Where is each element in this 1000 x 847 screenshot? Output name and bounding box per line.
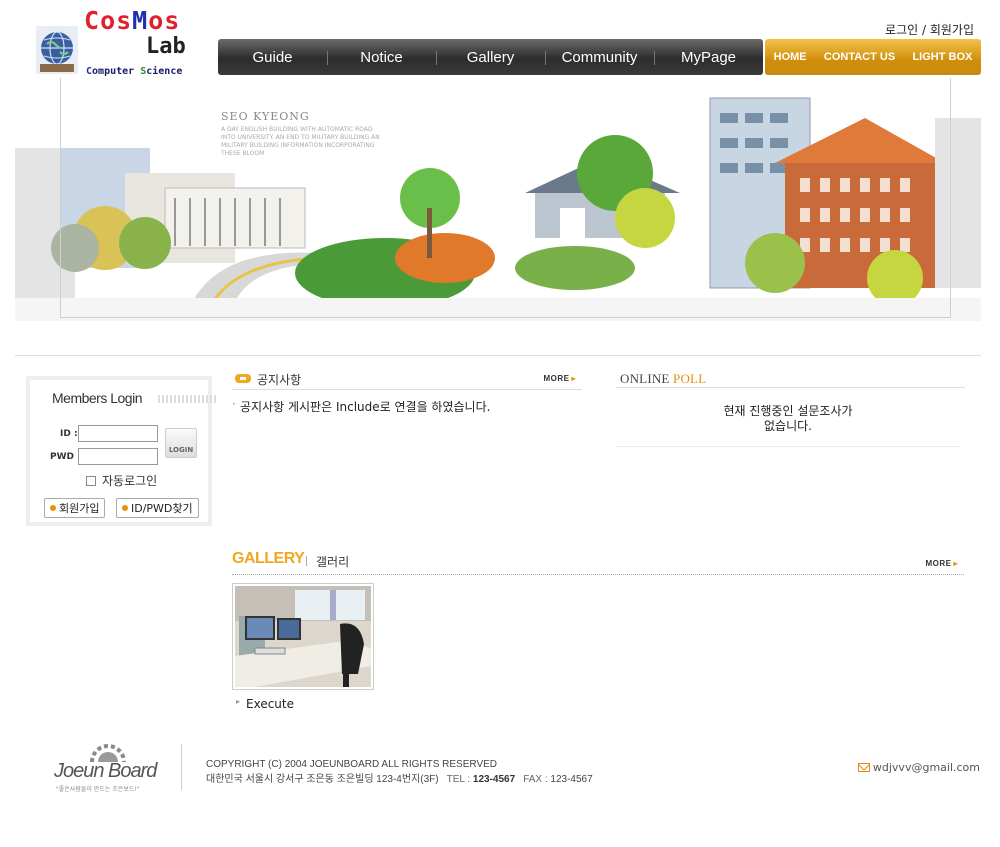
footer-email[interactable]: wdjvvv@gmail.com (857, 761, 980, 774)
id-input[interactable] (78, 425, 158, 442)
poll-header: ONLINE POLL (616, 368, 965, 388)
footer-address: 대한민국 서울시 강서구 조은동 조은빌딩 123-4번지(3F) TEL : 1… (206, 774, 593, 785)
footer-brand: Joeun Board (54, 760, 157, 782)
nav-mypage[interactable]: MyPage (654, 49, 763, 66)
bullet-icon (122, 505, 128, 511)
campus-banner: SEO KYEONG A DAY ENGLISH BUILDING WITH A… (15, 78, 981, 321)
notice-more-link[interactable]: MORE (543, 374, 576, 383)
footer-slogan: "좋은사람들이 만드는 조은보드!" (56, 786, 140, 793)
notice-title: 공지사항 (257, 373, 302, 387)
login-link[interactable]: 로그인 (885, 23, 918, 37)
login-title: Members Login (52, 390, 218, 406)
notice-section: 공지사항 MORE 공지사항 게시판은 Include로 연결을 하였습니다. (232, 368, 582, 415)
nav-contact-us[interactable]: CONTACT US (824, 51, 895, 63)
gallery-thumbnail[interactable] (232, 583, 374, 690)
signup-link[interactable]: 회원가입 (930, 23, 974, 37)
main-nav: Guide Notice Gallery Community MyPage (218, 39, 763, 75)
gallery-header: GALLERY 갤러리 MORE (232, 548, 964, 575)
nav-light-box[interactable]: LIGHT BOX (912, 51, 972, 63)
notice-header: 공지사항 MORE (232, 368, 582, 390)
signup-button[interactable]: 회원가입 (44, 498, 106, 518)
find-id-pwd-button[interactable]: ID/PWD찾기 (116, 498, 199, 518)
online-poll-section: ONLINE POLL 현재 진행중인 설문조사가 없습니다. (616, 368, 965, 447)
bullet-icon (50, 505, 56, 511)
banner-frame (60, 78, 951, 318)
id-label: ID : (60, 429, 78, 439)
site-logo[interactable]: CosMos Lab Computer Science (34, 6, 202, 78)
poll-message: 현재 진행중인 설문조사가 없습니다. (616, 404, 960, 447)
auto-login-label: 자동로그인 (102, 474, 158, 488)
office-photo (235, 586, 371, 687)
auto-login[interactable]: 자동로그인 (86, 472, 157, 489)
logo-title: CosMos (84, 6, 181, 35)
gallery-section: GALLERY 갤러리 MORE Execute (232, 548, 964, 711)
members-login-box: Members Login ID : PWD : LOGIN 자동로그인 회원가… (26, 376, 218, 526)
top-links: 로그인 / 회원가입 (885, 23, 974, 37)
banner-caption: A DAY ENGLISH BUILDING WITH AUTOMATIC RO… (221, 126, 380, 157)
notice-icon (235, 374, 251, 383)
footer-copyright: COPYRIGHT (C) 2004 JOEUNBOARD ALL RIGHTS… (206, 759, 498, 770)
nav-gallery[interactable]: Gallery (436, 49, 545, 66)
nav-guide[interactable]: Guide (218, 49, 327, 66)
footer-info: COPYRIGHT (C) 2004 JOEUNBOARD ALL RIGHTS… (206, 757, 593, 787)
pwd-input[interactable] (78, 448, 158, 465)
gear-icon (90, 744, 126, 762)
auto-login-checkbox[interactable] (86, 475, 96, 486)
content-divider (15, 355, 981, 356)
nav-notice[interactable]: Notice (327, 49, 436, 66)
banner-university: SEO KYEONG (221, 110, 310, 123)
globe-icon (36, 26, 78, 74)
notice-item[interactable]: 공지사항 게시판은 Include로 연결을 하였습니다. (232, 397, 582, 415)
poll-title: ONLINE POLL (620, 371, 707, 386)
pwd-label: PWD : (50, 452, 81, 462)
footer-logo: Joeun Board "좋은사람들이 만드는 조은보드!" (54, 740, 164, 796)
nav-community[interactable]: Community (545, 49, 654, 66)
gallery-caption[interactable]: Execute (236, 697, 294, 711)
sub-nav: HOME CONTACT US LIGHT BOX (765, 39, 981, 75)
envelope-icon (857, 763, 870, 772)
gallery-title-en: GALLERY (232, 550, 305, 567)
nav-home[interactable]: HOME (774, 51, 807, 63)
logo-subtitle: Lab (146, 34, 186, 59)
gallery-title-ko: 갤러리 (316, 555, 350, 569)
gallery-more-link[interactable]: MORE (925, 559, 958, 568)
login-button[interactable]: LOGIN (165, 428, 197, 458)
logo-tagline: Computer Science (86, 66, 183, 77)
